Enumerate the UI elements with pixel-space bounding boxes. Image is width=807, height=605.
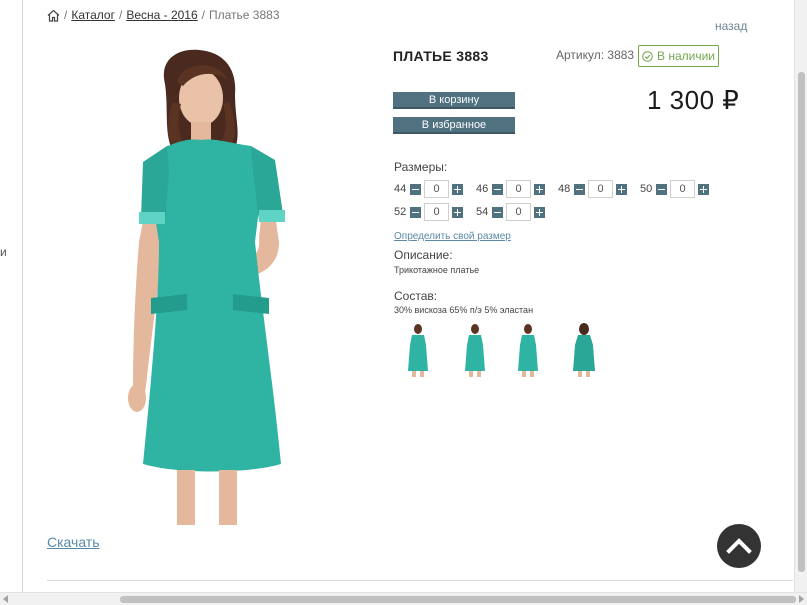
back-link[interactable]: назад	[715, 19, 747, 33]
scroll-right-arrow-icon[interactable]	[799, 595, 804, 603]
size-label: 50	[640, 183, 653, 195]
footer-divider	[47, 580, 793, 581]
breadcrumb: / Каталог / Весна - 2016 / Платье 3883	[47, 8, 280, 22]
scroll-left-arrow-icon[interactable]	[3, 595, 8, 603]
scroll-to-top-button[interactable]	[717, 524, 761, 568]
quantity-input[interactable]	[670, 180, 695, 198]
product-price: 1 300 ₽	[647, 85, 740, 115]
quantity-input[interactable]	[424, 180, 449, 198]
size-label: 44	[394, 183, 407, 195]
content-left-border	[22, 0, 23, 592]
decrease-button[interactable]	[410, 183, 421, 195]
composition-label: Состав:	[394, 289, 438, 303]
vertical-scrollbar[interactable]	[794, 0, 807, 592]
dress-model-image	[128, 49, 285, 525]
composition-text: 30% вискоза 65% п/э 5% эластан	[394, 305, 534, 315]
add-to-favorites-button[interactable]: В избранное	[393, 117, 515, 134]
size-label: 54	[476, 206, 489, 218]
size-label: 46	[476, 183, 489, 195]
thumbnail-gallery	[398, 323, 618, 377]
stock-label: В наличии	[656, 49, 715, 63]
quantity-input[interactable]	[424, 203, 449, 221]
home-icon[interactable]	[47, 9, 60, 22]
product-photo[interactable]	[47, 42, 365, 525]
breadcrumb-separator: /	[64, 8, 68, 22]
left-edge-text: и	[0, 245, 7, 259]
breadcrumb-current: Платье 3883	[209, 8, 280, 22]
quantity-input[interactable]	[506, 203, 531, 221]
stock-badge: В наличии	[638, 45, 719, 67]
decrease-button[interactable]	[574, 183, 585, 195]
decrease-button[interactable]	[410, 206, 421, 218]
size-row: 52 54	[394, 203, 558, 221]
breadcrumb-separator: /	[118, 8, 123, 22]
decrease-button[interactable]	[492, 183, 503, 195]
increase-button[interactable]	[698, 183, 709, 195]
thumbnail-side-image	[465, 324, 485, 377]
sizes-label: Размеры:	[394, 160, 448, 174]
size-item-52: 52	[394, 203, 476, 221]
horizontal-scrollbar[interactable]	[0, 592, 807, 605]
thumbnail-image[interactable]	[453, 323, 495, 377]
breadcrumb-separator: /	[201, 8, 205, 22]
breadcrumb-season-link[interactable]: Весна - 2016	[126, 8, 197, 22]
description-text: Трикотажное платье	[394, 265, 480, 275]
decrease-button[interactable]	[656, 183, 667, 195]
product-title: ПЛАТЬЕ 3883	[393, 48, 489, 64]
download-link[interactable]: Скачать	[47, 534, 100, 550]
thumbnail-image[interactable]	[398, 323, 440, 377]
increase-button[interactable]	[534, 183, 545, 195]
size-item-54: 54	[476, 203, 558, 221]
size-label: 48	[558, 183, 571, 195]
size-item-50: 50	[640, 180, 722, 198]
thumbnail-back-image	[573, 323, 595, 377]
size-label: 52	[394, 206, 407, 218]
size-row: 44 46 48 50	[394, 180, 722, 198]
description-label: Описание:	[394, 248, 453, 262]
vertical-scrollbar-thumb[interactable]	[798, 72, 805, 572]
size-item-44: 44	[394, 180, 476, 198]
thumbnail-image[interactable]	[563, 323, 605, 377]
quantity-input[interactable]	[506, 180, 531, 198]
quantity-input[interactable]	[588, 180, 613, 198]
product-article: Артикул: 3883	[556, 48, 635, 62]
breadcrumb-catalog-link[interactable]: Каталог	[71, 8, 115, 22]
check-circle-icon	[642, 50, 653, 62]
increase-button[interactable]	[452, 206, 463, 218]
thumbnail-front-image	[408, 324, 428, 377]
add-to-cart-button[interactable]: В корзину	[393, 92, 515, 109]
thumbnail-pose-image	[518, 324, 538, 377]
horizontal-scrollbar-thumb[interactable]	[120, 596, 796, 603]
increase-button[interactable]	[452, 183, 463, 195]
chevron-up-icon	[726, 538, 752, 554]
size-item-46: 46	[476, 180, 558, 198]
decrease-button[interactable]	[492, 206, 503, 218]
increase-button[interactable]	[534, 206, 545, 218]
size-finder-link[interactable]: Определить свой размер	[394, 231, 511, 242]
increase-button[interactable]	[616, 183, 627, 195]
size-item-48: 48	[558, 180, 640, 198]
thumbnail-image[interactable]	[508, 323, 550, 377]
